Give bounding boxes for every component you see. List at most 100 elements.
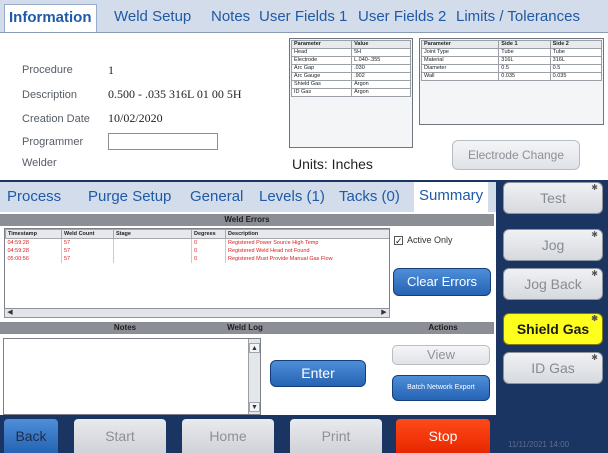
parameter-table-frame: Parameter Value Head 5H Electrode L.040-.3…	[289, 38, 413, 148]
view-button[interactable]: View	[392, 345, 490, 365]
tab-information[interactable]: Information	[4, 4, 97, 32]
jog-label: Jog	[541, 237, 565, 253]
batch-network-export-button[interactable]: Batch Network Export	[392, 375, 490, 401]
table-cell: 0.035	[549, 72, 603, 81]
creation-date-label: Creation Date	[22, 113, 90, 125]
description-column-header: Description	[225, 229, 389, 239]
shield-gas-label: Shield Gas	[516, 321, 590, 337]
timestamp-column-header: Timestamp	[5, 229, 62, 239]
table-cell: 316L	[498, 56, 551, 65]
parameter-header: Parameter	[290, 40, 353, 49]
weld-errors-grid: Timestamp Weld Count Stage Degrees Descr…	[4, 228, 390, 318]
table-row: Arc Gap .030	[290, 64, 411, 73]
side-table: Parameter Side 1 Side 2 Joint Type Tube Tu…	[420, 40, 603, 81]
table-cell: 57	[61, 238, 114, 247]
table-row: Arc Gauge .902	[290, 72, 411, 81]
star-icon: ✱	[591, 314, 598, 323]
start-label: Start	[105, 428, 135, 444]
vertical-scrollbar[interactable]: ▲ ▼	[248, 339, 260, 414]
star-icon: ✱	[591, 269, 598, 278]
parameter-table: Parameter Value Head 5H Electrode L.040-.3…	[290, 40, 411, 97]
tab-general[interactable]: General	[190, 188, 243, 206]
information-panel: Information Weld Setup Notes User Fields…	[0, 0, 608, 180]
jog-back-button[interactable]: Jog Back ✱	[503, 268, 603, 300]
table-row[interactable]: 04:59:28 57 0 Registered Power Source Hi…	[5, 238, 389, 247]
print-button[interactable]: Print	[290, 419, 382, 453]
scroll-up-icon[interactable]: ▲	[249, 343, 260, 353]
table-cell: 0.5	[549, 64, 603, 73]
print-label: Print	[321, 428, 351, 444]
creation-date-value: 10/02/2020	[108, 111, 163, 125]
tab-notes[interactable]: Notes	[211, 8, 250, 26]
jog-back-label: Jog Back	[524, 276, 582, 292]
batch-network-export-label: Batch Network Export	[407, 384, 475, 391]
enter-button[interactable]: Enter	[270, 360, 366, 387]
tab-weld-setup[interactable]: Weld Setup	[114, 8, 191, 26]
tab-user-fields-1[interactable]: User Fields 1	[259, 8, 347, 26]
summary-panel: Weld Errors Timestamp Weld Count Stage D…	[0, 212, 496, 415]
table-cell: 5H	[351, 48, 411, 57]
test-button[interactable]: Test ✱	[503, 182, 603, 214]
procedure-label: Procedure	[22, 64, 73, 76]
scroll-left-icon[interactable]: ◀	[5, 309, 15, 317]
stop-button[interactable]: Stop	[396, 419, 490, 453]
table-row: Electrode L.040-.355	[290, 56, 411, 65]
test-label: Test	[540, 190, 566, 206]
tab-levels[interactable]: Levels (1)	[259, 188, 325, 206]
tab-tacks[interactable]: Tacks (0)	[339, 188, 400, 206]
back-button[interactable]: Back	[4, 419, 58, 453]
scroll-down-icon[interactable]: ▼	[249, 402, 260, 412]
table-cell: L.040-.355	[351, 56, 411, 65]
top-tab-bar: Information Weld Setup Notes User Fields…	[0, 0, 608, 33]
view-label: View	[427, 347, 455, 362]
jog-button[interactable]: Jog ✱	[503, 229, 603, 261]
horizontal-scrollbar[interactable]: ◀ ▶	[4, 308, 390, 318]
table-cell: 0.5	[498, 64, 551, 73]
table-row: Head 5H	[290, 48, 411, 57]
active-only-checkbox[interactable]: ✓	[394, 236, 403, 246]
id-gas-button[interactable]: ID Gas ✱	[503, 352, 603, 384]
star-icon: ✱	[591, 230, 598, 239]
table-row: Diameter 0.5 0.5	[420, 64, 603, 73]
scroll-right-icon[interactable]: ▶	[379, 309, 389, 317]
table-cell: 0.035	[498, 72, 551, 81]
notes-textarea[interactable]: ▲ ▼	[3, 338, 261, 415]
table-row: Material 316L 316L	[420, 56, 603, 65]
clear-errors-button[interactable]: Clear Errors	[393, 268, 491, 296]
tab-limits-tolerances[interactable]: Limits / Tolerances	[456, 8, 580, 26]
table-cell: Registered Weld Head not Found	[225, 246, 389, 255]
table-cell: .030	[351, 64, 411, 73]
shield-gas-button[interactable]: Shield Gas ✱	[503, 313, 603, 345]
procedure-value: 1	[108, 63, 114, 77]
table-cell: 0	[191, 246, 226, 255]
table-cell: 04:59:28	[5, 238, 62, 247]
programmer-field[interactable]	[108, 133, 218, 150]
units-label: Units: Inches	[292, 156, 373, 172]
tab-user-fields-2[interactable]: User Fields 2	[358, 8, 446, 26]
table-cell: 0	[191, 238, 226, 247]
table-cell: 04:59:28	[5, 246, 62, 255]
table-cell: 57	[61, 246, 114, 255]
weld-count-column-header: Weld Count	[61, 229, 114, 239]
start-button[interactable]: Start	[74, 419, 166, 453]
process-tab-bar: Process Purge Setup General Levels (1) T…	[0, 182, 496, 212]
weld-errors-header: Weld Errors	[0, 214, 494, 226]
back-label: Back	[15, 428, 47, 444]
home-button[interactable]: Home	[182, 419, 274, 453]
home-label: Home	[209, 428, 247, 444]
table-cell: Argon	[351, 88, 411, 97]
table-cell: Arc Gap	[290, 64, 353, 73]
table-cell	[113, 254, 192, 263]
table-cell: Shield Gas	[290, 80, 353, 89]
table-row[interactable]: 05:00:56 57 0 Registered Must Provide Ma…	[5, 254, 389, 263]
table-row: Wall 0.035 0.035	[420, 72, 603, 81]
electrode-change-button[interactable]: Electrode Change	[452, 140, 580, 170]
tab-process[interactable]: Process	[7, 188, 61, 206]
notes-header: Notes	[113, 323, 137, 332]
table-cell: 05:00:56	[5, 254, 62, 263]
table-cell: .902	[351, 72, 411, 81]
tab-summary[interactable]: Summary	[414, 182, 489, 212]
table-row[interactable]: 04:59:28 57 0 Registered Weld Head not F…	[5, 246, 389, 255]
tab-purge-setup[interactable]: Purge Setup	[88, 188, 171, 206]
table-cell: ID Gas	[290, 88, 353, 97]
